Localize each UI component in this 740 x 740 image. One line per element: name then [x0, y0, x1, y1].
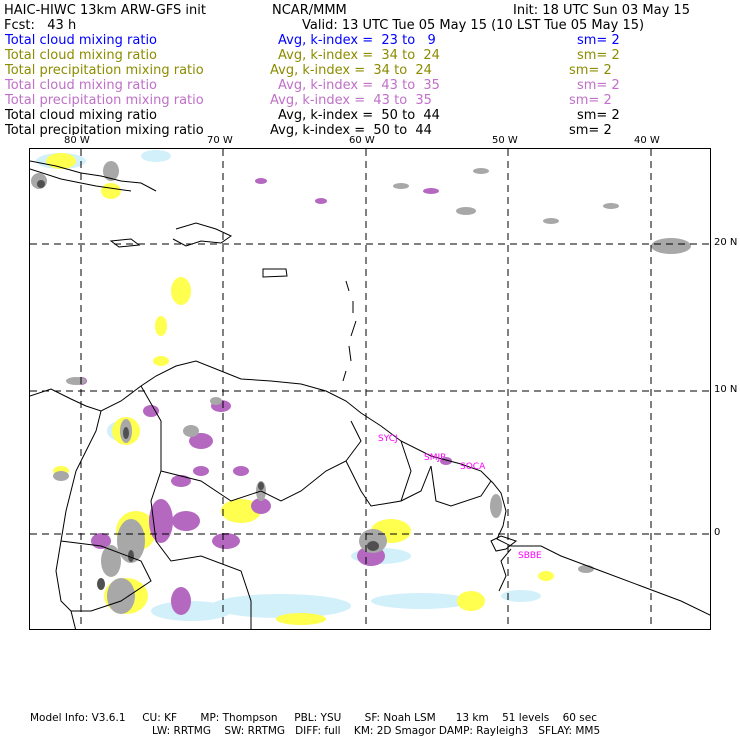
field-sm: sm= 2: [577, 48, 620, 63]
field-name: Total precipitation mixing ratio: [5, 63, 204, 78]
field-avg: Avg, k-index = 43 to 35: [270, 93, 432, 108]
header-fcst: Fcst: 43 h: [4, 18, 77, 33]
lat-label: 20 N: [714, 237, 738, 248]
field-sm: sm= 2: [569, 93, 612, 108]
field-avg: Avg, k-index = 43 to 35: [278, 78, 440, 93]
header-org: NCAR/MMM: [272, 3, 347, 18]
field-sm: sm= 2: [577, 108, 620, 123]
map-panel: SYCJ SMJP SOCA SBBE: [29, 148, 711, 630]
field-name: Total precipitation mixing ratio: [5, 123, 204, 138]
field-name: Total cloud mixing ratio: [5, 78, 158, 93]
header-title: HAIC-HIWC 13km ARW-GFS init: [4, 3, 206, 18]
lon-label: 80 W: [64, 135, 90, 146]
field-name: Total cloud mixing ratio: [5, 48, 158, 63]
header-valid: Valid: 13 UTC Tue 05 May 15 (10 LST Tue …: [302, 18, 645, 33]
field-avg: Avg, k-index = 50 to 44: [278, 108, 440, 123]
field-avg: Avg, k-index = 23 to 9: [278, 33, 436, 48]
lon-label: 60 W: [349, 135, 375, 146]
lon-label: 70 W: [207, 135, 233, 146]
lon-label: 40 W: [634, 135, 660, 146]
lon-label: 50 W: [492, 135, 518, 146]
field-avg: Avg, k-index = 34 to 24: [278, 48, 440, 63]
field-sm: sm= 2: [577, 33, 620, 48]
station-label: SMJP: [424, 453, 446, 463]
field-name: Total cloud mixing ratio: [5, 33, 158, 48]
station-label: SBBE: [518, 551, 542, 561]
field-name: Total cloud mixing ratio: [5, 108, 158, 123]
model-info-line1: Model Info: V3.6.1 CU: KF MP: Thompson P…: [30, 712, 597, 724]
lat-label: 0: [714, 527, 721, 538]
field-name: Total precipitation mixing ratio: [5, 93, 204, 108]
gray-cloud-areas: [31, 161, 691, 614]
lat-label: 10 N: [714, 384, 738, 395]
field-sm: sm= 2: [577, 78, 620, 93]
station-label: SYCJ: [378, 434, 398, 444]
field-sm: sm= 2: [569, 63, 612, 78]
field-sm: sm= 2: [569, 123, 612, 138]
field-avg: Avg, k-index = 34 to 24: [270, 63, 432, 78]
model-info-line2: LW: RRTMG SW: RRTMG DIFF: full KM: 2D Sm…: [152, 725, 601, 737]
station-label: SOCA: [460, 462, 486, 472]
header-init: Init: 18 UTC Sun 03 May 15: [513, 3, 690, 18]
